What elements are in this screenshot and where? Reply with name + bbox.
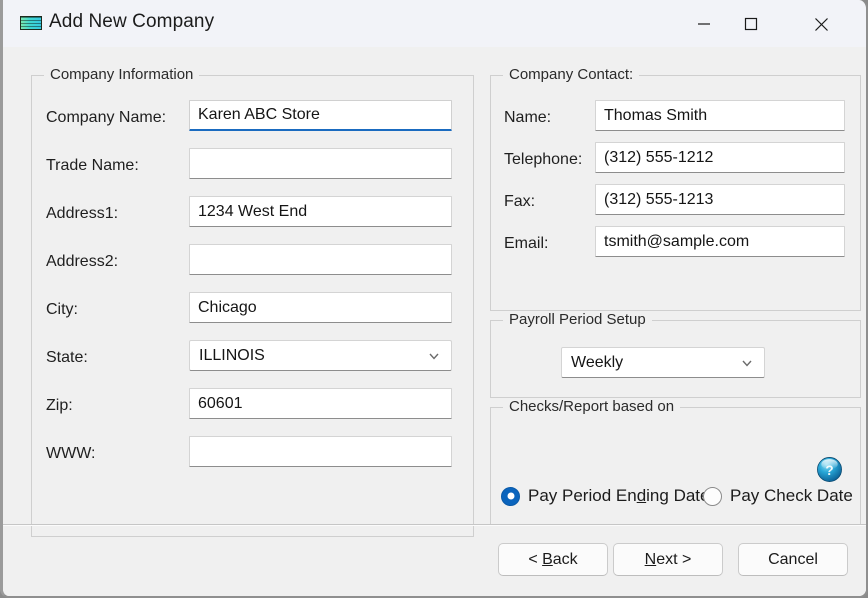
radio-pay-period-ending-date[interactable]: Pay Period Ending Date: [501, 486, 709, 506]
payroll-period-select[interactable]: Weekly: [561, 347, 765, 378]
cancel-button-label: Cancel: [768, 551, 818, 569]
window-title: Add New Company: [49, 11, 214, 33]
contact-telephone-label: Telephone:: [504, 151, 582, 169]
contact-email-label: Email:: [504, 235, 548, 253]
company-grid-icon: [20, 16, 42, 30]
company-contact-legend: Company Contact:: [503, 66, 639, 83]
address2-label: Address2:: [46, 253, 118, 271]
contact-email-input[interactable]: [595, 226, 845, 257]
city-input[interactable]: [189, 292, 452, 323]
trade-name-input[interactable]: [189, 148, 452, 179]
contact-name-input[interactable]: [595, 100, 845, 131]
maximize-icon: [744, 17, 758, 31]
contact-name-label: Name:: [504, 109, 551, 127]
footer-separator: [3, 524, 866, 526]
checks-report-legend: Checks/Report based on: [503, 398, 680, 415]
contact-fax-input[interactable]: [595, 184, 845, 215]
state-select[interactable]: ILLINOIS: [189, 340, 452, 371]
dialog-content: Company Information Company Name: Trade …: [3, 47, 866, 596]
contact-telephone-input[interactable]: [595, 142, 845, 173]
close-button[interactable]: [798, 4, 844, 44]
address1-input[interactable]: [189, 196, 452, 227]
address2-input[interactable]: [189, 244, 452, 275]
zip-label: Zip:: [46, 397, 73, 415]
back-button-label: < Back: [528, 551, 577, 569]
radio-unselected-icon: [703, 487, 722, 506]
next-button[interactable]: Next >: [613, 543, 723, 576]
chevron-down-icon: [427, 349, 441, 363]
minimize-icon: [697, 17, 711, 31]
city-label: City:: [46, 301, 78, 319]
back-button[interactable]: < Back: [498, 543, 608, 576]
company-contact-group: Company Contact: Name: Telephone: Fax: E…: [490, 75, 861, 311]
close-icon: [814, 17, 829, 32]
payroll-period-setup-legend: Payroll Period Setup: [503, 311, 652, 328]
address1-label: Address1:: [46, 205, 118, 223]
state-label: State:: [46, 349, 88, 367]
state-select-value: ILLINOIS: [199, 347, 265, 365]
maximize-button[interactable]: [728, 4, 774, 44]
www-input[interactable]: [189, 436, 452, 467]
trade-name-label: Trade Name:: [46, 157, 139, 175]
contact-fax-label: Fax:: [504, 193, 535, 211]
company-name-label: Company Name:: [46, 109, 166, 127]
next-button-label: Next >: [645, 551, 692, 569]
help-question-icon[interactable]: ?: [816, 456, 843, 483]
radio-selected-icon: [501, 487, 520, 506]
payroll-period-setup-group: Payroll Period Setup Weekly: [490, 320, 861, 398]
chevron-down-icon: [740, 356, 754, 370]
company-name-input[interactable]: [189, 100, 452, 131]
radio-pay-check-date[interactable]: Pay Check Date: [703, 486, 853, 506]
www-label: WWW:: [46, 445, 95, 463]
payroll-period-select-value: Weekly: [571, 354, 623, 372]
checks-report-group: Checks/Report based on ?: [490, 407, 861, 525]
cancel-button[interactable]: Cancel: [738, 543, 848, 576]
company-information-legend: Company Information: [44, 66, 199, 83]
add-new-company-dialog: Add New Company Company Information Comp…: [0, 0, 868, 598]
radio-pay-period-ending-date-label: Pay Period Ending Date: [528, 486, 709, 506]
company-information-group: Company Information Company Name: Trade …: [31, 75, 474, 537]
radio-pay-check-date-label: Pay Check Date: [730, 486, 853, 506]
svg-text:?: ?: [825, 463, 833, 478]
zip-input[interactable]: [189, 388, 452, 419]
title-bar: Add New Company: [3, 0, 866, 47]
minimize-button[interactable]: [681, 4, 727, 44]
